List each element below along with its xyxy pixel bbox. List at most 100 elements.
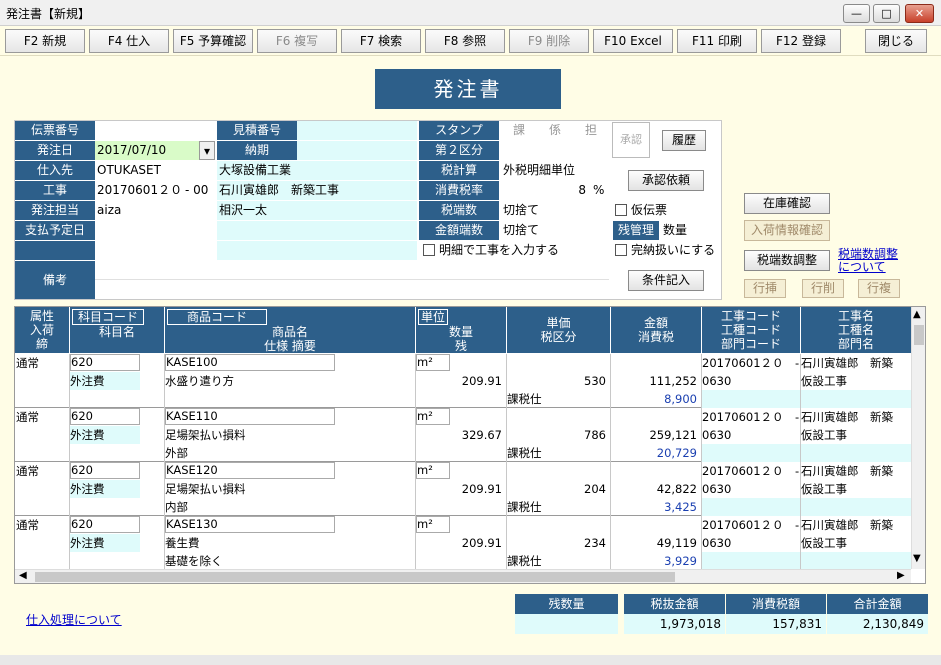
f7-search-button[interactable]: F7 検索 [341,29,421,53]
cell-shohin-code[interactable]: KASE110 [165,408,335,425]
cell-koshu-name[interactable]: 仮設工事 [801,480,911,498]
minimize-icon[interactable]: — [843,4,870,23]
f12-register-button[interactable]: F12 登録 [761,29,841,53]
cell-koji-name[interactable]: 石川寅雄郎 新築 [801,516,911,534]
cell-koji-name[interactable]: 石川寅雄郎 新築 [801,462,911,480]
close-icon[interactable]: ✕ [905,4,934,23]
cell-koji-code[interactable]: 20170601２０ - 00 [702,408,800,426]
cell-shohin-code[interactable]: KASE120 [165,462,335,479]
cell-koji-code[interactable]: 20170601２０ - 00 [702,354,800,372]
meisai-koji-checkbox[interactable]: 明細で工事を入力する [421,241,609,260]
bumon-code-cell[interactable] [702,552,800,570]
cell-tanka[interactable]: 530 [507,372,610,390]
stock-check-button[interactable]: 在庫確認 [744,193,830,214]
cell-tani[interactable]: m² [416,354,450,371]
cell-shohin-code[interactable]: KASE100 [165,354,335,371]
cell-suryo[interactable]: 209.91 [416,534,506,552]
cell-kamoku-name[interactable]: 外注費 [70,426,140,444]
tax-fraction-link[interactable]: 税端数調整について [838,248,908,274]
approval-request-button[interactable]: 承認依頼 [628,170,704,191]
biko-line2[interactable] [95,280,609,299]
bumon-code-cell[interactable] [702,390,800,408]
cell-shiyo[interactable]: 内部 [165,498,415,516]
cell-koshu-name[interactable]: 仮設工事 [801,426,911,444]
vertical-scrollbar[interactable]: ▲ ▼ [911,307,925,569]
shohizeiritsu-field[interactable]: 8 [501,181,589,200]
blank-field[interactable] [95,241,215,260]
cell-koshu-code[interactable]: 0630 [702,426,800,444]
cell-koshu-code[interactable]: 0630 [702,480,800,498]
cell-zeikubun[interactable]: 課税仕 [507,444,610,462]
cell-suryo[interactable]: 329.67 [416,426,506,444]
cell-shohin-code[interactable]: KASE130 [165,516,335,533]
cell-shiyo[interactable]: 基礎を除く [165,552,415,570]
cell-tani[interactable]: m² [416,516,450,533]
cell-kingaku[interactable]: 42,822 [611,480,701,498]
cell-tanka[interactable]: 786 [507,426,610,444]
scroll-thumb[interactable] [914,325,924,345]
f9-delete-button[interactable]: F9 削除 [509,29,589,53]
cell-koji-code[interactable]: 20170601２０ - 00 [702,462,800,480]
cell-shohin-name[interactable]: 水盛り遣り方 [165,372,415,390]
scroll-down-icon[interactable]: ▼ [913,553,921,564]
f10-excel-button[interactable]: F10 Excel [593,29,673,53]
cell-kingaku[interactable]: 259,121 [611,426,701,444]
koji-sub-field[interactable]: - 00 [183,181,215,200]
kubun2-field[interactable] [499,141,609,160]
shiharai-field[interactable] [95,221,215,240]
cell-koshu-name[interactable]: 仮設工事 [801,372,911,390]
cell-shohizei[interactable]: 20,729 [611,444,701,462]
f6-copy-button[interactable]: F6 複写 [257,29,337,53]
scroll-left-icon[interactable]: ◀ [19,570,27,581]
mitsumori-field[interactable] [297,121,417,140]
kanno-check-icon[interactable] [615,244,627,256]
hscroll-thumb[interactable] [35,572,675,582]
horizontal-scrollbar[interactable]: ◀ ▶ [15,569,911,583]
cell-shohin-name[interactable]: 足場架払い損料 [165,426,415,444]
history-button[interactable]: 履歴 [662,130,706,151]
cell-zokusei[interactable]: 通常 [16,354,69,372]
cell-zokusei[interactable]: 通常 [16,408,69,426]
hachubi-field[interactable]: 2017/07/10 [95,141,199,160]
cell-kamoku-code[interactable]: 620 [70,354,140,371]
koji-code-field[interactable]: 20170601２０ [95,181,183,200]
kari-check-icon[interactable] [615,204,627,216]
row-copy-button[interactable]: 行複 [858,279,900,298]
maximize-icon[interactable]: □ [873,4,900,23]
cell-koshu-name[interactable]: 仮設工事 [801,534,911,552]
cell-kamoku-code[interactable]: 620 [70,462,140,479]
cell-kamoku-name[interactable]: 外注費 [70,534,140,552]
tax-fraction-adjust-button[interactable]: 税端数調整 [744,250,830,271]
purchase-process-link[interactable]: 仕入処理について [26,611,122,628]
cell-kamoku-code[interactable]: 620 [70,408,140,425]
cell-koji-name[interactable]: 石川寅雄郎 新築 [801,408,911,426]
meisai-koji-check-icon[interactable] [423,244,435,256]
cell-shohin-name[interactable]: 養生費 [165,534,415,552]
cell-shohin-name[interactable]: 足場架払い損料 [165,480,415,498]
cell-zokusei[interactable]: 通常 [16,462,69,480]
row-delete-button[interactable]: 行削 [802,279,844,298]
cell-koshu-code[interactable]: 0630 [702,372,800,390]
cell-kamoku-code[interactable]: 620 [70,516,140,533]
kanno-checkbox[interactable]: 完納扱いにする [613,241,719,260]
cell-kamoku-name[interactable]: 外注費 [70,372,140,390]
cell-tani[interactable]: m² [416,408,450,425]
cell-koshu-code[interactable]: 0630 [702,534,800,552]
f5-budget-button[interactable]: F5 予算確認 [173,29,253,53]
arrival-info-button[interactable]: 入荷情報確認 [744,220,830,241]
condition-button[interactable]: 条件記入 [628,270,704,291]
cell-tani[interactable]: m² [416,462,450,479]
chevron-down-icon[interactable]: ▾ [199,141,215,160]
f11-print-button[interactable]: F11 印刷 [677,29,757,53]
cell-zeikubun[interactable]: 課税仕 [507,390,610,408]
biko-line1[interactable] [95,261,609,280]
cell-suryo[interactable]: 209.91 [416,480,506,498]
cell-kingaku[interactable]: 49,119 [611,534,701,552]
tanto-code-field[interactable]: aiza [95,201,215,220]
cell-tanka[interactable]: 204 [507,480,610,498]
f2-new-button[interactable]: F2 新規 [5,29,85,53]
cell-koji-name[interactable]: 石川寅雄郎 新築 [801,354,911,372]
cell-shiyo[interactable]: 外部 [165,444,415,462]
cell-suryo[interactable]: 209.91 [416,372,506,390]
cell-shohizei[interactable]: 8,900 [611,390,701,408]
